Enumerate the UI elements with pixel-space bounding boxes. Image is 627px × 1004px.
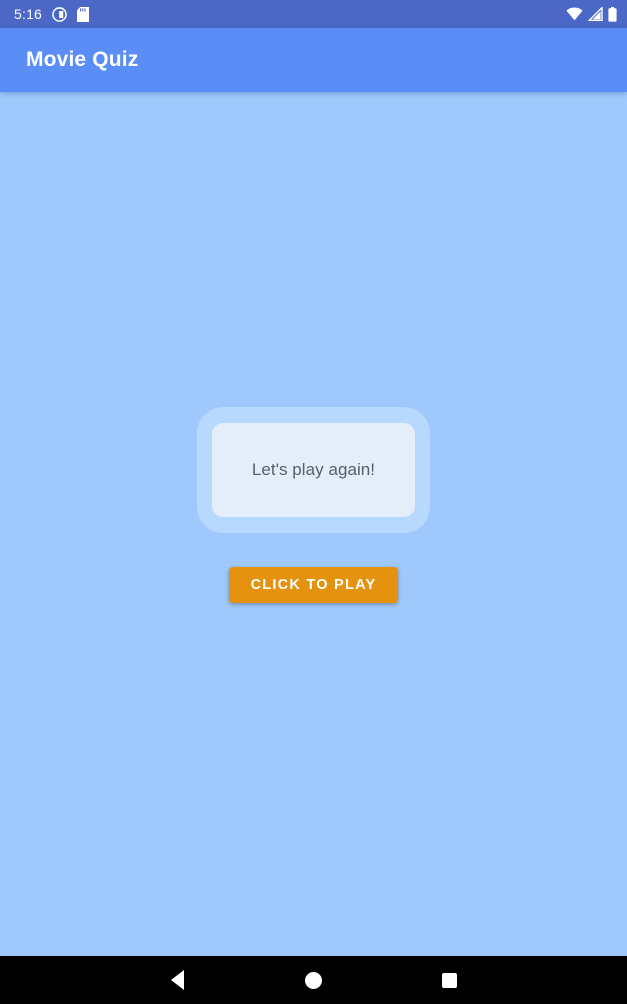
sd-card-icon bbox=[77, 6, 90, 22]
status-clock: 5:16 bbox=[14, 6, 43, 22]
recents-square-icon bbox=[441, 972, 457, 988]
main-content: Let's play again! CLICK TO PLAY bbox=[0, 92, 627, 956]
android-navigation-bar bbox=[0, 956, 627, 1004]
recents-button[interactable] bbox=[426, 957, 472, 1003]
quiz-card: Let's play again! bbox=[197, 407, 430, 533]
status-bar-right-group bbox=[566, 6, 617, 22]
back-triangle-icon bbox=[171, 970, 185, 990]
phone-screen: 5:16 Movie Quiz Let's play again! CLICK … bbox=[0, 0, 627, 1004]
app-bar: Movie Quiz bbox=[0, 28, 627, 92]
cellular-signal-icon bbox=[588, 7, 603, 21]
battery-icon bbox=[608, 6, 617, 22]
page-title: Movie Quiz bbox=[26, 48, 139, 71]
home-circle-icon bbox=[304, 971, 322, 989]
wifi-icon bbox=[566, 7, 583, 21]
home-button[interactable] bbox=[290, 957, 336, 1003]
quiz-question-panel: Let's play again! bbox=[212, 423, 415, 517]
status-bar: 5:16 bbox=[0, 0, 627, 28]
status-bar-left-group: 5:16 bbox=[14, 6, 90, 22]
do-not-disturb-icon bbox=[52, 6, 67, 22]
click-to-play-button[interactable]: CLICK TO PLAY bbox=[229, 567, 398, 603]
quiz-question-text: Let's play again! bbox=[251, 460, 376, 479]
back-button[interactable] bbox=[155, 957, 201, 1003]
